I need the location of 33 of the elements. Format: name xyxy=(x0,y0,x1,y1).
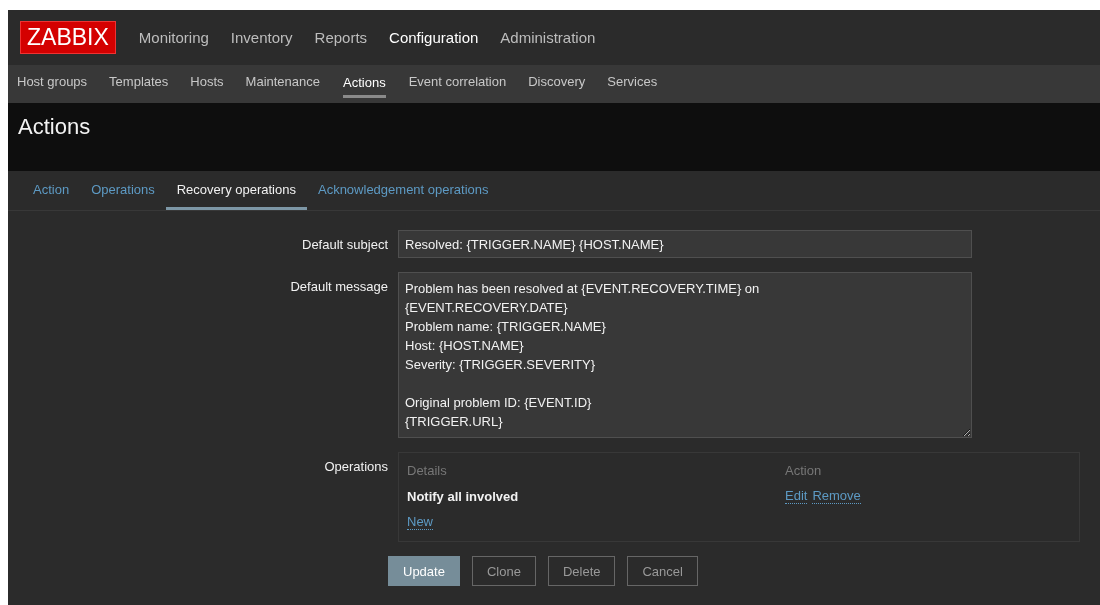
sub-menu-item[interactable]: Hosts xyxy=(178,70,236,98)
form-button[interactable]: Clone xyxy=(471,556,536,586)
sub-menu-item[interactable]: Host groups xyxy=(9,70,100,98)
main-menu-item[interactable]: Monitoring xyxy=(127,29,220,46)
tab[interactable]: Operations xyxy=(80,171,166,210)
sub-menu-item[interactable]: Actions xyxy=(343,70,386,98)
subject-field[interactable]: Resolved: {TRIGGER.NAME} {HOST.NAME} xyxy=(398,230,972,258)
logo[interactable]: ZABBIX xyxy=(20,21,116,54)
main-menu-item[interactable]: Inventory xyxy=(219,29,304,46)
sub-menu-item[interactable]: Templates xyxy=(97,70,181,98)
form-button[interactable]: Delete xyxy=(547,556,616,586)
page-title: Actions xyxy=(18,113,91,140)
tab[interactable]: Action xyxy=(22,171,81,210)
form-button[interactable]: Cancel xyxy=(627,556,698,586)
column-header: Action xyxy=(785,462,822,478)
sub-menu-item[interactable]: Maintenance xyxy=(233,70,333,98)
tab[interactable]: Recovery operations xyxy=(165,171,307,210)
main-menu-item[interactable]: Administration xyxy=(489,29,607,46)
new-link[interactable]: New xyxy=(407,514,433,530)
main-menu-item[interactable]: Configuration xyxy=(378,29,490,46)
action-link[interactable]: Edit xyxy=(785,488,808,504)
message-field[interactable]: Problem has been resolved at {EVENT.RECOVERY.TIME} on {EVENT.RECOVERY.DATE} Problem name: {TRIGGER.NAME} Host: {HOST.NAME} Severity: {TRIGGER.SEVERITY} Original problem ID: {EVENT.ID} {TRIGGER.URL} xyxy=(398,272,972,438)
action-link[interactable]: Remove xyxy=(812,488,861,504)
sub-menu-item[interactable]: Services xyxy=(595,70,670,98)
field-label: Operations xyxy=(323,458,389,474)
column-header: Details xyxy=(407,462,448,478)
sub-menu-item[interactable]: Discovery xyxy=(516,70,598,98)
field-label: Default message xyxy=(289,278,389,294)
field-label: Default subject xyxy=(301,236,389,252)
tab[interactable]: Acknowledgement operations xyxy=(306,171,500,210)
table-cell-text: Notify all involved xyxy=(407,488,520,504)
sub-menu-item[interactable]: Event correlation xyxy=(396,70,519,98)
main-menu-item[interactable]: Reports xyxy=(303,29,379,46)
